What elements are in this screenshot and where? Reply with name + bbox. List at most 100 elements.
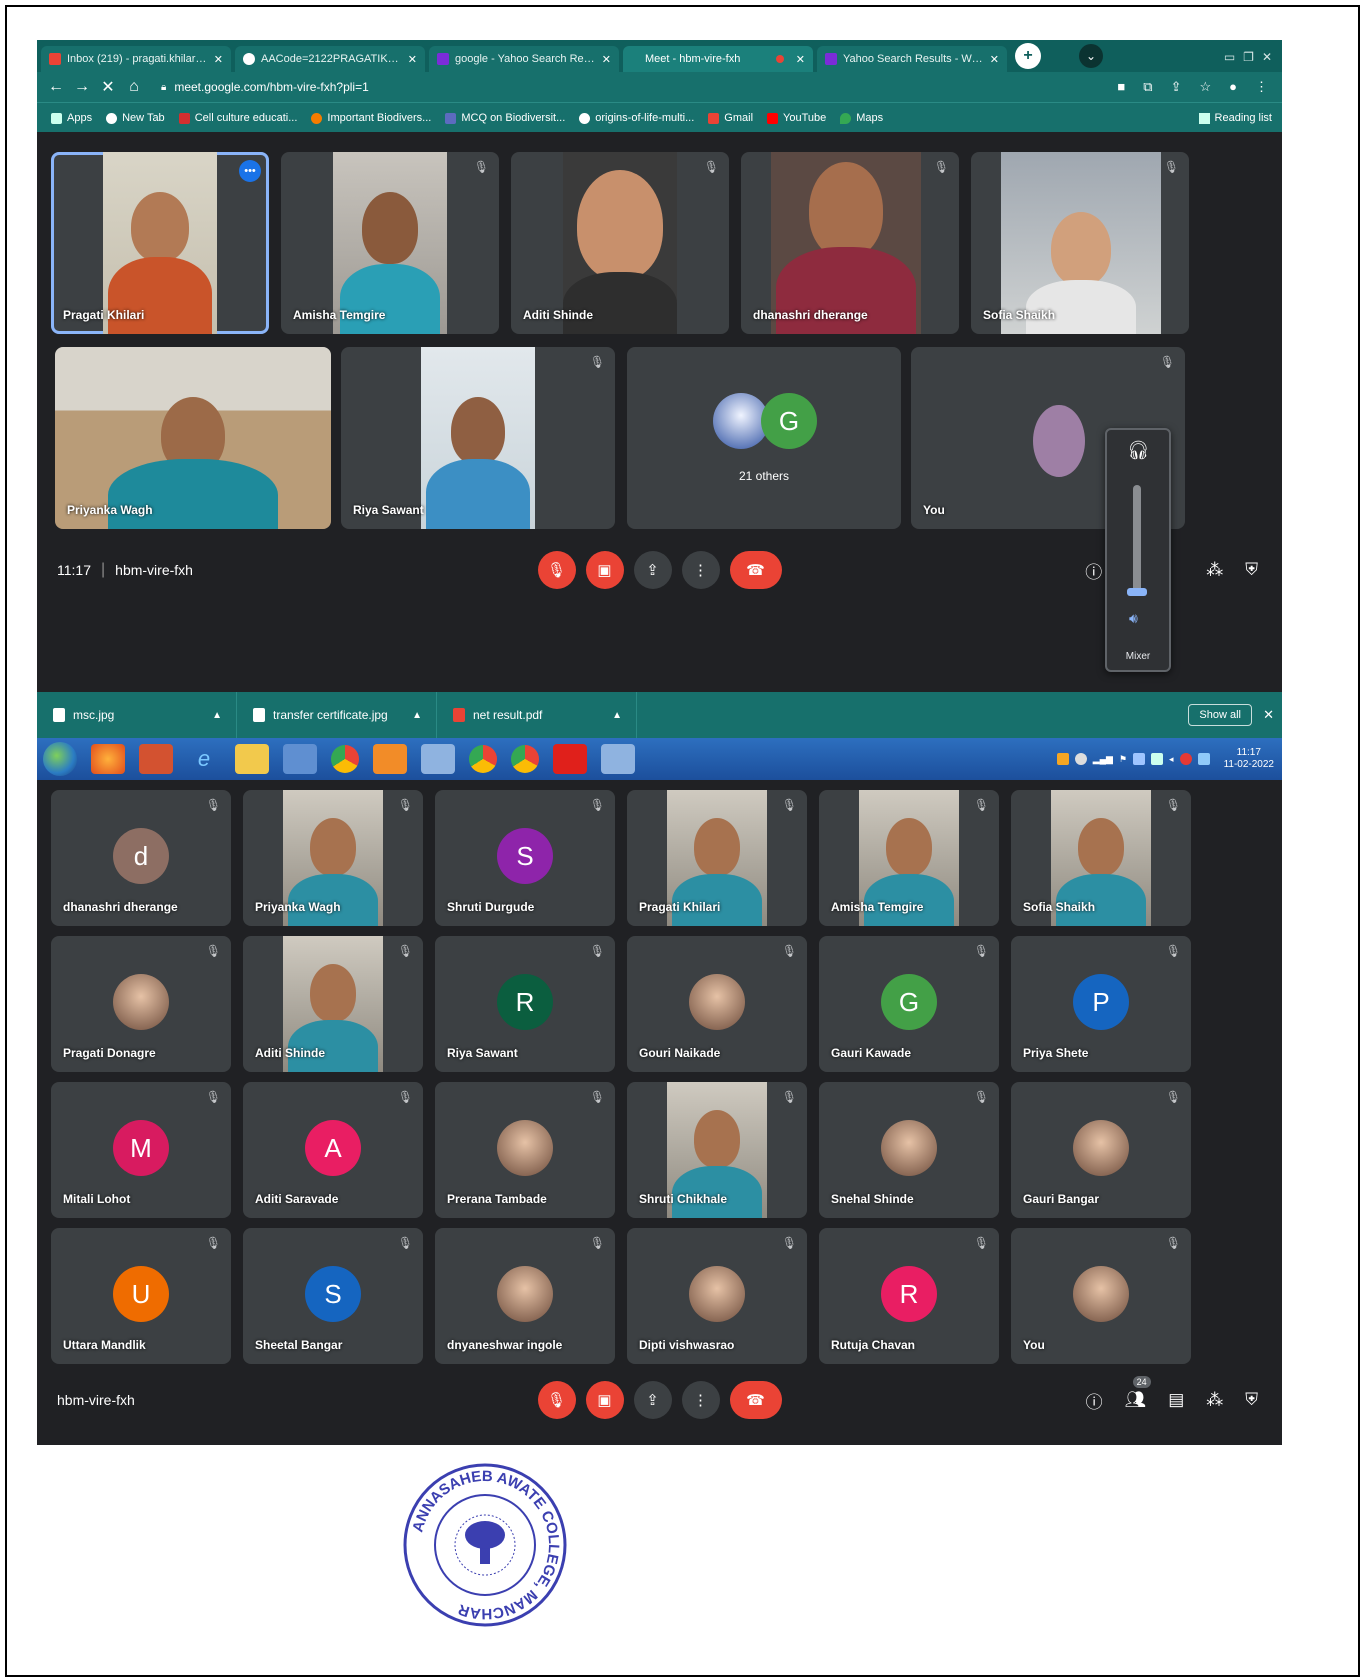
tray-icon[interactable] — [1074, 753, 1087, 765]
participant-tile[interactable]: d 🎙︎ dhanashri dherange — [51, 790, 231, 926]
close-tab-icon[interactable]: ✕ — [408, 53, 417, 66]
participant-tile[interactable]: 🎙︎ Gouri Naikade — [627, 936, 807, 1072]
participant-tile[interactable]: 🎙︎ You — [1011, 1228, 1191, 1364]
chevron-up-icon[interactable]: ▲ — [412, 710, 422, 721]
tab-search-button[interactable]: ⌄ — [1079, 44, 1103, 68]
people-button[interactable]: 👥︎ 24 — [1125, 1376, 1151, 1410]
bookmark-cell-culture[interactable]: Cell culture educati... — [178, 112, 297, 124]
browser-tab-active[interactable]: Meet - hbm-vire-fxh ✕ — [623, 46, 813, 72]
browser-tab[interactable]: AACode=2122PRAGATIKhilari ✕ — [235, 46, 425, 72]
browser-tab[interactable]: Inbox (219) - pragati.khilari@... ✕ — [41, 46, 231, 72]
browser-tab[interactable]: google - Yahoo Search Results ✕ — [429, 46, 619, 72]
participant-tile[interactable]: 🎙︎ Aditi Shinde — [243, 936, 423, 1072]
presentation-app-icon[interactable] — [139, 744, 173, 774]
participant-tile[interactable]: ••• Pragati Khilari — [51, 152, 269, 334]
bookmark-origins[interactable]: origins-of-life-multi... — [579, 112, 694, 124]
participant-tile[interactable]: 🎙︎ Prerana Tambade — [435, 1082, 615, 1218]
close-tab-icon[interactable]: ✕ — [214, 53, 223, 66]
chrome-icon[interactable] — [469, 745, 497, 773]
activities-icon[interactable]: ⁂ — [1206, 1390, 1223, 1410]
chat-icon[interactable]: ▤ — [1168, 1390, 1184, 1410]
participant-tile[interactable]: Priyanka Wagh — [55, 347, 331, 529]
participant-tile[interactable]: S 🎙︎ Sheetal Bangar — [243, 1228, 423, 1364]
more-options-button[interactable]: ⋮ — [681, 1381, 720, 1419]
speaker-icon[interactable]: 🔊︎ — [1129, 610, 1138, 627]
volume-slider[interactable] — [1133, 485, 1141, 595]
stop-icon[interactable]: ✕ — [95, 77, 121, 97]
chevron-up-icon[interactable]: ▲ — [612, 710, 622, 721]
participant-tile[interactable]: 🎙︎ Aditi Shinde — [511, 152, 729, 334]
home-icon[interactable]: ⌂ — [121, 78, 147, 96]
more-options-button[interactable]: ⋮ — [681, 551, 720, 589]
bookmark-biodiversity[interactable]: Important Biodivers... — [311, 112, 431, 124]
participant-tile[interactable]: U 🎙︎ Uttara Mandlik — [51, 1228, 231, 1364]
share-icon[interactable]: ⇪ — [1171, 79, 1182, 95]
restore-icon[interactable]: ❐ — [1243, 50, 1254, 64]
bookmark-apps[interactable]: Apps — [51, 112, 92, 124]
bookmark-mcq[interactable]: MCQ on Biodiversit... — [445, 112, 565, 124]
paint-icon[interactable] — [421, 744, 455, 774]
participant-tile[interactable]: 🎙︎ Amisha Temgire — [281, 152, 499, 334]
tray-icon[interactable] — [1133, 753, 1146, 765]
show-all-button[interactable]: Show all — [1188, 704, 1252, 726]
host-controls-icon[interactable]: ⛨ — [1245, 560, 1258, 580]
reading-list-button[interactable]: Reading list — [1198, 112, 1282, 124]
bookmark-gmail[interactable]: Gmail — [708, 112, 753, 124]
new-tab-button[interactable]: + — [1015, 43, 1041, 69]
chrome-icon[interactable] — [511, 745, 539, 773]
close-window-icon[interactable]: ✕ — [1262, 50, 1272, 64]
close-tab-icon[interactable]: ✕ — [602, 53, 611, 66]
info-icon[interactable]: ⓘ — [1086, 1388, 1103, 1413]
present-button[interactable]: ⇪ — [633, 551, 672, 589]
participant-tile[interactable]: M 🎙︎ Mitali Lohot — [51, 1082, 231, 1218]
participant-tile[interactable]: R 🎙︎ Rutuja Chavan — [819, 1228, 999, 1364]
participant-tile[interactable]: 🎙︎ dhanashri dherange — [741, 152, 959, 334]
participant-tile[interactable]: 🎙︎ dnyaneshwar ingole — [435, 1228, 615, 1364]
chrome-icon[interactable] — [331, 745, 359, 773]
participant-tile[interactable]: 🎙︎ Gauri Bangar — [1011, 1082, 1191, 1218]
camera-toggle-button[interactable]: ▣ — [585, 551, 624, 589]
more-options-icon[interactable]: ••• — [239, 160, 261, 182]
firefox-icon[interactable] — [91, 744, 125, 774]
volume-tray-icon[interactable]: ◂ — [1169, 754, 1174, 765]
internet-explorer-icon[interactable]: e — [187, 744, 221, 774]
close-downloads-icon[interactable]: ✕ — [1263, 707, 1274, 723]
mic-toggle-button[interactable]: 🎙︎ — [537, 1381, 576, 1419]
participant-tile[interactable]: 🎙︎ Sofia Shaikh — [971, 152, 1189, 334]
participant-tile[interactable]: 🎙︎ Amisha Temgire — [819, 790, 999, 926]
menu-icon[interactable]: ⋮ — [1255, 79, 1268, 95]
bookmark-youtube[interactable]: YouTube — [767, 112, 826, 124]
antivirus-icon[interactable] — [1179, 753, 1192, 765]
star-icon[interactable]: ☆ — [1199, 79, 1211, 95]
participant-tile[interactable]: S 🎙︎ Shruti Durgude — [435, 790, 615, 926]
mic-toggle-button[interactable]: 🎙︎ — [537, 551, 576, 589]
volume-slider-thumb[interactable] — [1127, 588, 1147, 596]
participant-tile[interactable]: 🎙︎ Priyanka Wagh — [243, 790, 423, 926]
camera-toggle-button[interactable]: ▣ — [585, 1381, 624, 1419]
camera-icon[interactable]: ■ — [1117, 79, 1125, 95]
network-icon[interactable]: ▂▄▆ — [1093, 754, 1113, 765]
file-explorer-icon[interactable] — [235, 744, 269, 774]
download-item[interactable]: net result.pdf ▲ — [437, 692, 637, 738]
participant-tile[interactable]: R 🎙︎ Riya Sawant — [435, 936, 615, 1072]
address-bar[interactable]: 🔒︎ meet.google.com/hbm-vire-fxh?pli=1 — [161, 80, 369, 94]
taskbar-clock[interactable]: 11:17 11-02-2022 — [1224, 747, 1274, 771]
browser-tab[interactable]: Yahoo Search Results - Web re ✕ — [817, 46, 1007, 72]
install-icon[interactable]: ⧉ — [1143, 79, 1152, 95]
participant-tile[interactable]: 🎙︎ Dipti vishwasrao — [627, 1228, 807, 1364]
participant-tile[interactable]: G 🎙︎ Gauri Kawade — [819, 936, 999, 1072]
acrobat-icon[interactable] — [553, 744, 587, 774]
bookmark-new-tab[interactable]: New Tab — [106, 112, 165, 124]
participant-tile[interactable]: 🎙︎ Riya Sawant — [341, 347, 615, 529]
close-tab-icon[interactable]: ✕ — [796, 53, 805, 66]
download-item[interactable]: transfer certificate.jpg ▲ — [237, 692, 437, 738]
media-player-icon[interactable] — [373, 744, 407, 774]
download-item[interactable]: msc.jpg ▲ — [37, 692, 237, 738]
participant-tile[interactable]: 🎙︎ Snehal Shinde — [819, 1082, 999, 1218]
forward-icon[interactable]: → — [69, 78, 95, 96]
window-app-icon[interactable] — [601, 744, 635, 774]
tray-icon[interactable] — [1197, 753, 1210, 765]
participant-tile[interactable]: A 🎙︎ Aditi Saravade — [243, 1082, 423, 1218]
flag-icon[interactable]: ⚑ — [1119, 754, 1127, 765]
participant-tile[interactable]: 🎙︎ Shruti Chikhale — [627, 1082, 807, 1218]
